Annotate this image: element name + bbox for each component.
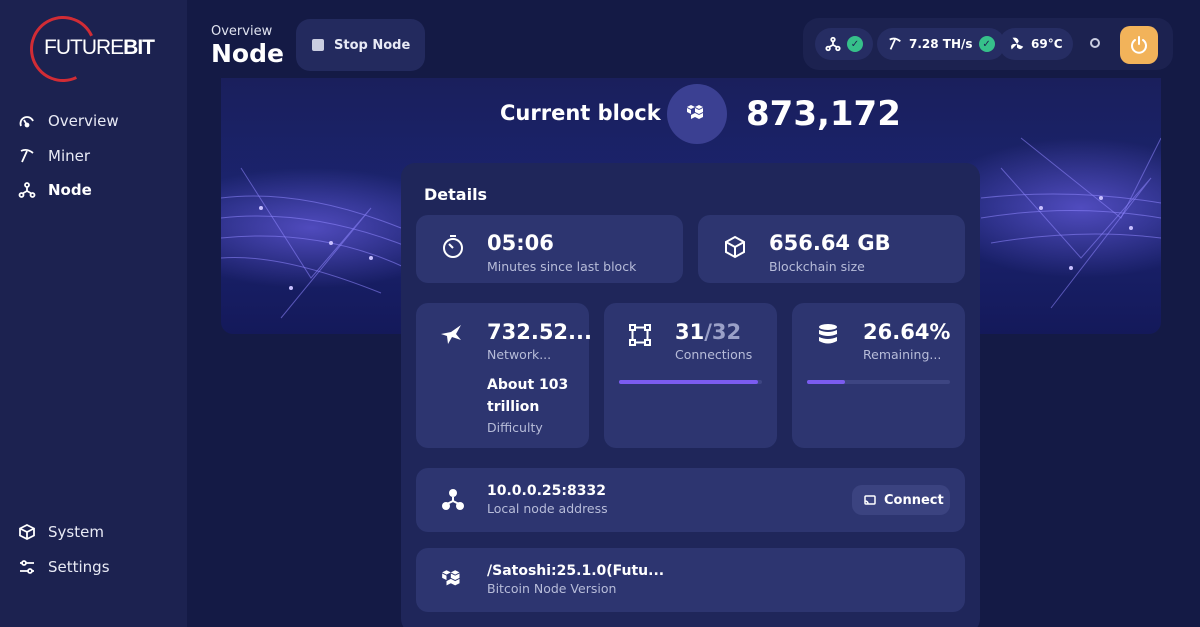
remaining-value: 26.64%: [863, 320, 951, 344]
check-icon: ✓: [978, 36, 995, 52]
sidebar-item-label: Overview: [48, 112, 119, 130]
sliders-icon: [20, 560, 34, 574]
difficulty-value: About 103 trillion: [487, 377, 569, 415]
cast-icon: [864, 495, 876, 505]
stop-icon: [312, 39, 324, 51]
node-version-label: Bitcoin Node Version: [487, 581, 617, 596]
blockchain-size-label: Blockchain size: [769, 259, 865, 274]
sidebar-item-label: System: [48, 523, 104, 541]
node-version-card: [416, 548, 965, 612]
sidebar-item-settings[interactable]: Settings: [18, 558, 110, 576]
difficulty-label: Difficulty: [487, 420, 543, 435]
current-block-label: Current block: [500, 101, 661, 125]
database-icon: [819, 324, 837, 344]
node-network-icon: [18, 182, 36, 198]
overview-gauge-icon: [19, 116, 34, 128]
sidebar-item-overview[interactable]: Overview: [18, 112, 119, 130]
check-icon: ✓: [847, 36, 863, 52]
page-header: Overview Node: [211, 24, 284, 68]
remaining-label: Remaining...: [863, 347, 942, 362]
connections-label: Connections: [675, 347, 753, 362]
blocks-icon: [442, 570, 460, 586]
hashrate-value: 7.28 TH/s: [909, 37, 973, 51]
stop-node-button[interactable]: Stop Node: [296, 19, 425, 71]
current-block-number: 873,172: [746, 94, 901, 134]
sidebar-item-label: Miner: [48, 147, 91, 165]
power-button[interactable]: [1120, 26, 1158, 64]
sidebar-item-system[interactable]: System: [18, 523, 104, 541]
sidebar-item-node[interactable]: Node: [18, 181, 92, 199]
block-badge: [667, 84, 727, 144]
bird-icon: [441, 325, 461, 344]
theme-toggle-icon[interactable]: [1090, 38, 1100, 48]
details-title: Details: [424, 185, 488, 204]
connections-progress-fill: [619, 380, 758, 384]
temperature-value: 69°C: [1031, 37, 1063, 51]
blockchain-size-value: 656.64 GB: [769, 231, 891, 255]
node-network-icon: [442, 489, 464, 510]
network-hashrate-label: Network...: [487, 347, 552, 362]
blocks-icon: [687, 105, 703, 119]
temperature-pill[interactable]: 69°C: [999, 28, 1073, 60]
remaining-progress: [807, 380, 950, 384]
sidebar-item-miner[interactable]: Miner: [18, 147, 90, 165]
breadcrumb[interactable]: Overview: [211, 24, 284, 40]
stop-node-label: Stop Node: [334, 37, 411, 53]
sidebar-item-label: Node: [48, 181, 92, 199]
remaining-progress-fill: [807, 380, 846, 384]
network-hashrate-value: 732.52...: [487, 320, 592, 344]
last-block-label: Minutes since last block: [487, 259, 637, 274]
connections-value: 31/32: [675, 320, 742, 344]
local-address-value: 10.0.0.25:8332: [487, 483, 606, 499]
last-block-value: 05:06: [487, 231, 554, 255]
hashrate-pill[interactable]: 7.28 TH/s ✓: [877, 28, 1005, 60]
futurebit-logo: FUTUREBIT: [20, 6, 178, 92]
cube-icon: [19, 523, 35, 541]
sidebar: FUTUREBIT Overview Miner Node System Set…: [0, 0, 187, 627]
local-address-label: Local node address: [487, 501, 608, 516]
sidebar-item-label: Settings: [48, 558, 110, 576]
node-version-value: /Satoshi:25.1.0(Futu...: [487, 563, 665, 579]
pickaxe-icon: [20, 148, 34, 163]
node-status-pill[interactable]: ✓: [815, 28, 873, 60]
pickaxe-icon: [889, 37, 901, 50]
connections-icon: [629, 324, 651, 346]
node-network-icon: [825, 36, 841, 52]
timer-icon: [443, 235, 463, 258]
status-bar: ✓ 7.28 TH/s ✓ 69°C: [803, 18, 1173, 70]
connect-label: Connect: [884, 492, 944, 508]
power-icon: [1131, 36, 1147, 54]
fan-icon: [1011, 37, 1024, 50]
connections-progress: [619, 380, 762, 384]
page-title: Node: [211, 39, 284, 68]
cube-icon: [725, 235, 745, 259]
connect-button[interactable]: Connect: [852, 485, 950, 515]
